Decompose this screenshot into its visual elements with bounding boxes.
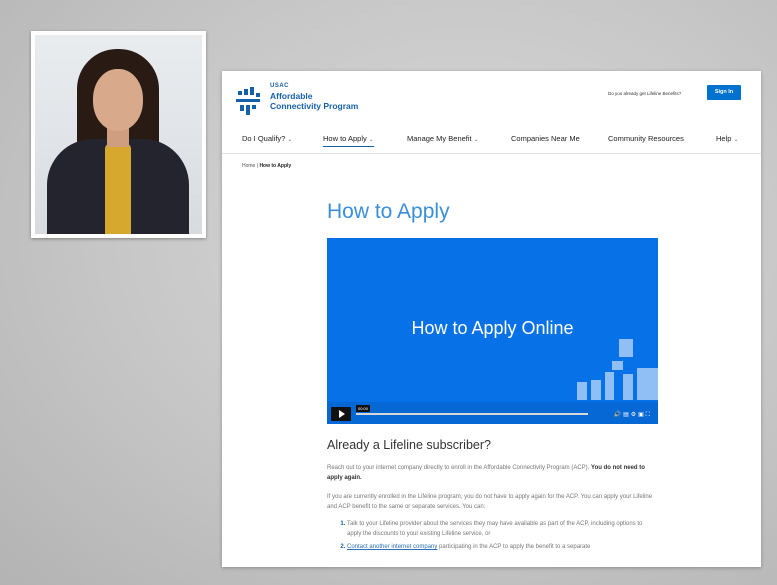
options-list: Talk to your Lifeline provider about the… — [327, 519, 657, 555]
video-time: 00:00 — [356, 405, 371, 412]
lifeline-prompt: Do you already get Lifeline Benefits? — [608, 91, 682, 96]
nav-item-label: Companies Near Me — [511, 134, 580, 143]
main-nav: Do I Qualify? ⌄ How to Apply ⌄ Manage My B… — [222, 128, 761, 148]
list-item: Talk to your Lifeline provider about the… — [347, 519, 657, 539]
contact-company-link[interactable]: Contact another internet company — [347, 544, 437, 550]
nav-item-how-to-apply[interactable]: How to Apply ⌄ — [323, 134, 374, 147]
logo-name: Affordable Connectivity Program — [270, 91, 358, 111]
nav-item-label: Manage My Benefit — [407, 134, 472, 143]
video-player[interactable]: How to Apply Online 00:00 🔊▤⚙▣⛶ — [327, 238, 658, 424]
paragraph-lifeline: If you are currently enrolled in the Lif… — [327, 494, 653, 510]
list-item-text: Talk to your Lifeline provider about the… — [347, 521, 643, 537]
list-item: Contact another internet company partici… — [347, 542, 657, 552]
presenter-photo-frame — [31, 31, 206, 238]
presenter-photo — [35, 35, 202, 234]
chevron-down-icon: ⌄ — [287, 137, 293, 143]
nav-item-companies-near-me[interactable]: Companies Near Me — [511, 134, 580, 143]
video-progress-track[interactable] — [356, 413, 588, 415]
nav-item-label: Community Resources — [608, 134, 684, 143]
logo-name-line1: Affordable — [270, 91, 313, 101]
breadcrumb-separator: | — [256, 163, 259, 169]
play-button[interactable] — [331, 407, 351, 421]
logo-name-line2: Connectivity Program — [270, 101, 359, 111]
logo-org: USAC — [270, 83, 290, 89]
chevron-down-icon: ⌄ — [733, 137, 739, 143]
video-title: How to Apply Online — [411, 318, 574, 338]
chevron-down-icon: ⌄ — [473, 137, 479, 143]
fullscreen-icon[interactable]: ⛶ — [646, 412, 652, 418]
captions-icon[interactable]: ▤ — [623, 412, 631, 418]
page-title: How to Apply — [327, 200, 450, 223]
pip-icon[interactable]: ▣ — [638, 412, 646, 418]
breadcrumb-current: How to Apply — [259, 163, 292, 169]
video-control-icons[interactable]: 🔊▤⚙▣⛶ — [614, 411, 652, 419]
section-heading: Already a Lifeline subscriber? — [327, 438, 491, 452]
paragraph-enroll: Reach out to your internet company direc… — [327, 463, 662, 483]
chevron-down-icon: ⌄ — [368, 137, 374, 143]
breadcrumb: Home | How to Apply — [242, 163, 291, 169]
breadcrumb-home[interactable]: Home — [242, 163, 255, 169]
nav-item-do-i-qualify[interactable]: Do I Qualify? ⌄ — [242, 134, 292, 143]
sign-in-button[interactable]: Sign In — [707, 85, 741, 100]
nav-item-label: Help — [716, 134, 732, 143]
paragraph-enroll-text: Reach out to your internet company direc… — [327, 465, 590, 471]
list-item-text: participating in the ACP to apply the be… — [437, 544, 591, 550]
volume-icon[interactable]: 🔊 — [614, 412, 623, 418]
nav-item-help[interactable]: Help ⌄ — [716, 134, 738, 143]
acp-webpage: USAC Affordable Connectivity Program Do … — [222, 71, 761, 567]
usac-logo-icon — [236, 87, 264, 117]
nav-item-label: Do I Qualify? — [242, 134, 286, 143]
acp-logo[interactable]: USAC Affordable Connectivity Program — [236, 83, 366, 119]
nav-divider — [222, 153, 761, 154]
nav-item-label: How to Apply — [323, 134, 367, 143]
nav-item-manage-my-benefit[interactable]: Manage My Benefit ⌄ — [407, 134, 479, 143]
nav-item-community-resources[interactable]: Community Resources — [608, 134, 684, 143]
